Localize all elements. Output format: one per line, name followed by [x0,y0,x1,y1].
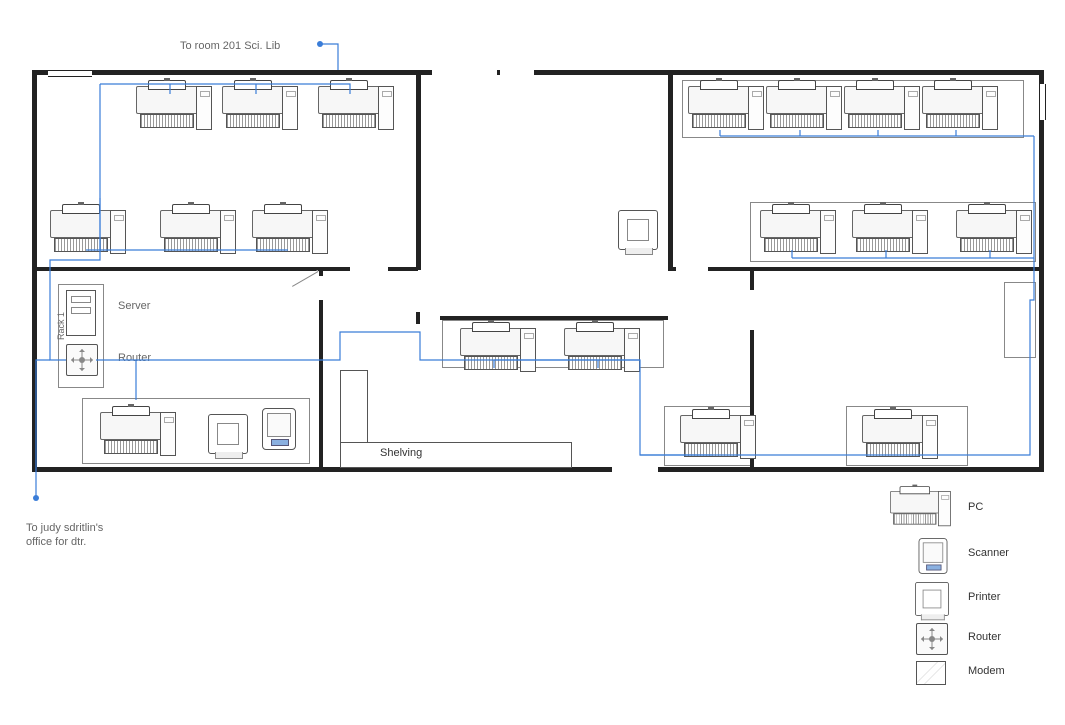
opening-top-1 [432,70,497,75]
wall-mid-h2 [668,267,1044,271]
pc [460,328,530,376]
pc [766,86,836,134]
wall-lab1-right [416,70,421,270]
legend-router-icon [916,623,948,655]
center-desk-top [440,316,668,320]
pc [160,210,230,258]
router-label: Router [118,352,151,364]
cabinet-lowright [1004,282,1036,358]
scanner-server [262,408,296,450]
legend-modem-icon [916,661,946,685]
pc [564,328,634,376]
wall-center-stub [416,312,420,324]
pc [100,412,170,460]
legend-scanner-icon [919,538,948,574]
legend-pc-label: PC [968,501,983,513]
legend-modem-label: Modem [968,665,1005,677]
pc [688,86,758,134]
window-right [1039,84,1046,120]
wall-lab2-left [668,70,673,270]
pc [760,210,830,258]
legend-printer-label: Printer [968,591,1000,603]
door-lab1-bot [350,267,388,271]
pc [844,86,914,134]
server-label: Server [118,300,150,312]
printer-server [208,414,248,454]
shelving-label: Shelving [380,447,422,459]
window-top-left [48,70,92,77]
legend-router-label: Router [968,631,1001,643]
shelving-horiz [340,442,572,468]
label-to-office-l2: office for dtr. [26,536,86,548]
door-server [319,276,323,300]
legend-scanner-label: Scanner [968,547,1009,559]
label-to-office-l1: To judy sdritlin's [26,522,103,534]
label-to-room: To room 201 Sci. Lib [180,40,280,52]
pc [252,210,322,258]
legend-pc-icon [890,491,946,529]
door-lab2-left [676,267,708,271]
router-icon [66,344,98,376]
opening-top-2 [500,70,534,75]
wall-left [32,70,37,472]
pc [852,210,922,258]
door-server-arc [292,270,319,287]
door-lower-right [750,290,754,330]
pc [956,210,1026,258]
floorplan-canvas: Shelving Rack 1 Server Router [0,0,1065,725]
pc [922,86,992,134]
printer-hall [618,210,658,250]
pc [862,415,932,463]
rack-label: Rack 1 [56,312,66,340]
legend-printer-icon [915,582,949,616]
pc [680,415,750,463]
pc [50,210,120,258]
legend: PC Scanner Printer Router Modem [890,495,1060,691]
pc [318,86,388,134]
opening-bottom [612,467,658,472]
pc [222,86,292,134]
pc [136,86,206,134]
wall-mid-h [32,267,322,271]
server-icon [66,290,96,336]
wall-right [1039,70,1044,472]
wall-top [32,70,1044,75]
